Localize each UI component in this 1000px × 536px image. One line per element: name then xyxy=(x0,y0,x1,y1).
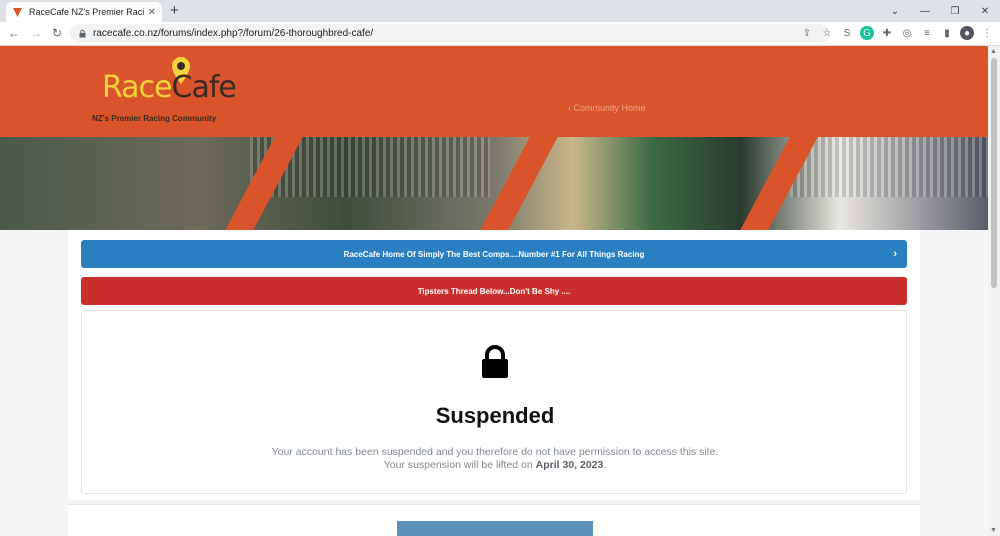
browser-tab-strip: RaceCafe NZ's Premier Racing Co ✕ + ⌄ — … xyxy=(0,0,1000,22)
share-icon[interactable]: ⇪ xyxy=(800,26,814,40)
site-header: RaceCafe NZ's Premier Racing Community ‹… xyxy=(0,46,988,137)
reload-icon[interactable]: ↻ xyxy=(52,26,62,40)
banner-stripe xyxy=(480,137,558,230)
announcement-text: Tipsters Thread Below...Don't Be Shy ...… xyxy=(417,286,571,296)
page-viewport: RaceCafe NZ's Premier Racing Community ‹… xyxy=(0,46,988,536)
address-bar[interactable]: racecafe.co.nz/forums/index.php?/forum/2… xyxy=(70,24,830,43)
suspension-message: Your account has been suspended and you … xyxy=(82,446,908,472)
extensions-area: ⇪ ☆ S G ✚ ◎ ≡ ▮ ● ⋮ xyxy=(800,26,994,40)
suspension-line-1: Your account has been suspended and you … xyxy=(271,446,719,458)
skype-icon[interactable]: S xyxy=(840,26,854,40)
bookmark-star-icon[interactable]: ☆ xyxy=(820,26,834,40)
close-tab-icon[interactable]: ✕ xyxy=(148,7,156,18)
logo-wordmark: RaceCafe xyxy=(102,70,237,105)
minimize-icon[interactable]: — xyxy=(910,6,940,17)
suspension-line-2: Your suspension will be lifted on April … xyxy=(383,459,607,471)
suspension-end-date: April 30, 2023 xyxy=(535,459,604,471)
logo-tagline: NZ's Premier Racing Community xyxy=(92,114,217,123)
banner-crowd-section xyxy=(790,137,988,197)
main-content: RaceCafe Home Of Simply The Best Comps..… xyxy=(68,230,920,500)
padlock-icon xyxy=(482,345,508,378)
browser-tab[interactable]: RaceCafe NZ's Premier Racing Co ✕ xyxy=(6,2,162,22)
tab-title: RaceCafe NZ's Premier Racing Co xyxy=(29,7,144,17)
announcement-bar-red[interactable]: Tipsters Thread Below...Don't Be Shy ...… xyxy=(81,277,907,305)
browser-toolbar: ← → ↻ racecafe.co.nz/forums/index.php?/f… xyxy=(0,22,1000,46)
chevron-right-icon[interactable]: › xyxy=(893,248,897,260)
grammarly-icon[interactable]: G xyxy=(860,26,874,40)
reading-list-icon[interactable]: ≡ xyxy=(920,26,934,40)
close-window-icon[interactable]: ✕ xyxy=(970,6,1000,17)
lock-icon xyxy=(78,29,87,38)
advert-image[interactable] xyxy=(397,521,593,536)
back-icon[interactable]: ← xyxy=(8,26,20,40)
scrollbar-thumb[interactable] xyxy=(991,58,997,288)
racing-banner-image xyxy=(0,137,988,230)
window-controls: ⌄ — ❐ ✕ xyxy=(880,0,1000,22)
side-panel-icon[interactable]: ▮ xyxy=(940,26,954,40)
tab-search-icon[interactable]: ⌄ xyxy=(880,6,910,17)
site-favicon-icon xyxy=(12,7,23,18)
profile-avatar[interactable]: ● xyxy=(960,26,974,40)
page-title: Suspended xyxy=(435,403,555,428)
restore-icon[interactable]: ❐ xyxy=(940,6,970,17)
forward-icon[interactable]: → xyxy=(30,26,42,40)
suspension-notice: Suspended Your account has been suspende… xyxy=(81,310,907,494)
new-tab-icon[interactable]: + xyxy=(170,3,179,19)
announcement-text: RaceCafe Home Of Simply The Best Comps..… xyxy=(343,249,645,259)
extensions-puzzle-icon[interactable]: ✚ xyxy=(880,26,894,40)
announcement-bar-blue[interactable]: RaceCafe Home Of Simply The Best Comps..… xyxy=(81,240,907,268)
page-scrollbar[interactable]: ▲ ▼ xyxy=(988,46,1000,536)
racecafe-logo[interactable]: RaceCafe NZ's Premier Racing Community xyxy=(88,54,268,130)
community-home-link[interactable]: ‹ Community Home xyxy=(568,103,646,113)
lower-panel xyxy=(68,504,920,536)
extension-icon[interactable]: ◎ xyxy=(900,26,914,40)
url-text: racecafe.co.nz/forums/index.php?/forum/2… xyxy=(93,28,374,39)
scroll-up-icon[interactable]: ▲ xyxy=(990,48,997,55)
scroll-down-icon[interactable]: ▼ xyxy=(990,527,997,534)
menu-icon[interactable]: ⋮ xyxy=(980,26,994,40)
